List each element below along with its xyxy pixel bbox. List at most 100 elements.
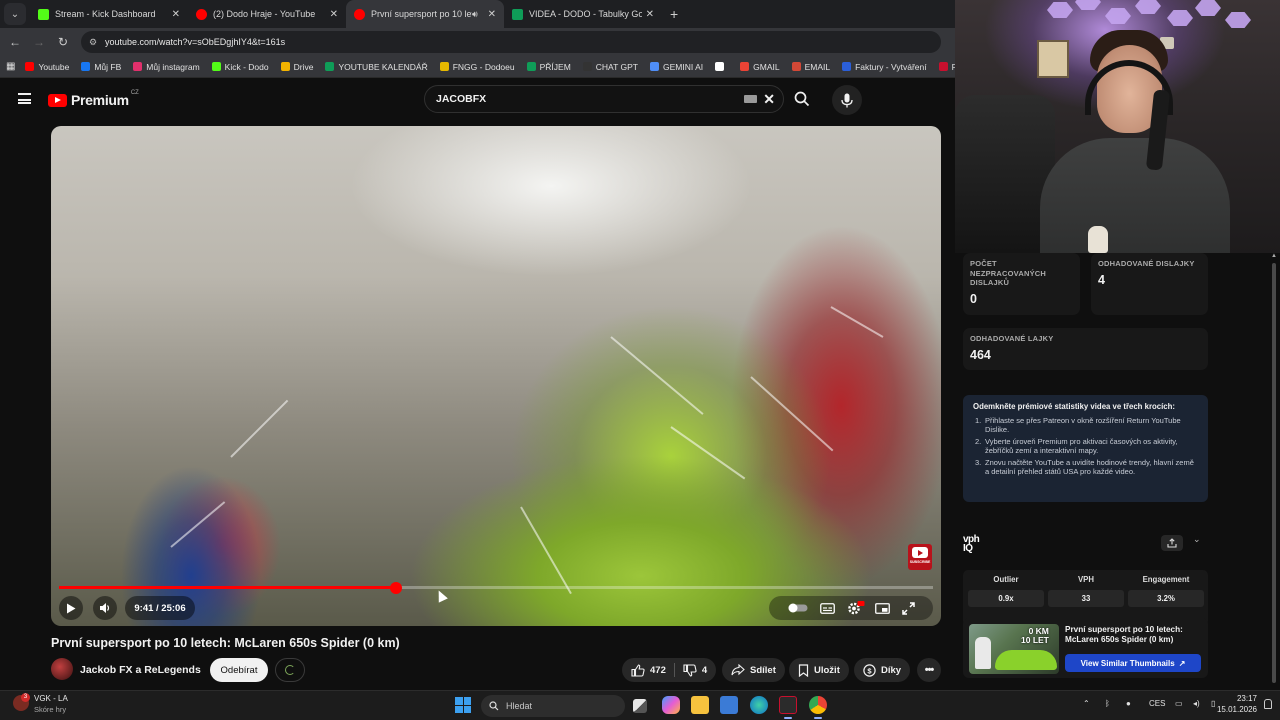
progress-bar[interactable]	[59, 581, 933, 594]
bookmark-favicon-icon	[81, 62, 91, 71]
keyboard-icon[interactable]	[744, 95, 758, 103]
autoplay-toggle-icon[interactable]	[788, 603, 808, 613]
chevron-down-icon[interactable]: ⌄	[1193, 534, 1201, 545]
task-view-icon[interactable]	[633, 699, 647, 713]
volume-tray-icon[interactable]: ◂)	[1193, 699, 1200, 708]
vph-logo: vph IQ	[963, 535, 980, 554]
bookmark-item[interactable]: Kick - Dodo	[211, 62, 269, 72]
bookmark-item[interactable]: Drive	[280, 62, 313, 72]
bookmark-item[interactable]: YOUTUBE KALENDÁŘ	[325, 62, 428, 72]
back-icon[interactable]: ←	[3, 35, 27, 49]
voice-search-button[interactable]	[832, 85, 862, 115]
scroll-thumb[interactable]	[1272, 263, 1276, 683]
bookmark-item[interactable]: Youtube	[25, 62, 69, 72]
youtube-logo[interactable]: Premium CZ	[48, 90, 139, 108]
forward-icon[interactable]: →	[27, 35, 51, 49]
scrubber-handle[interactable]	[390, 581, 403, 594]
tab-google-sheets[interactable]: VIDEA - DODO - Tabulky Googl ✕	[504, 0, 662, 28]
microphone-tray-icon[interactable]: ●	[1126, 699, 1131, 708]
volume-button[interactable]	[93, 596, 117, 620]
close-icon[interactable]: ✕	[172, 9, 180, 20]
miniplayer-icon[interactable]	[874, 602, 890, 614]
microphone-icon	[841, 93, 853, 107]
bookmark-item[interactable]: Můj FB	[81, 62, 121, 72]
mail-app-icon[interactable]	[720, 696, 738, 714]
bookmark-item[interactable]: Můj instagram	[133, 62, 200, 72]
dislike-count[interactable]: 4	[702, 665, 707, 676]
widget-subtitle[interactable]: Skóre hry	[34, 705, 66, 714]
close-icon[interactable]: ✕	[646, 9, 654, 20]
language-indicator[interactable]: CES	[1149, 699, 1165, 708]
clock-time[interactable]: 23:17	[1227, 694, 1257, 703]
bookmark-item[interactable]: CHAT GPT	[582, 61, 638, 72]
active-app-indicator	[814, 717, 822, 719]
speaker-icon[interactable]: 🔊︎	[472, 9, 478, 20]
subscribe-button[interactable]: Odebírat	[210, 658, 268, 682]
premium-step: 2. Vyberte úroveň Premium pro aktivaci ča…	[975, 437, 1178, 455]
file-explorer-icon[interactable]	[691, 696, 709, 714]
site-info-icon[interactable]: ⚙︎	[89, 37, 99, 47]
channel-avatar[interactable]	[51, 658, 73, 680]
tray-chevron-icon[interactable]: ⌃	[1083, 699, 1090, 708]
bookmark-item[interactable]: GEMINI AI	[649, 61, 704, 72]
search-button[interactable]	[786, 85, 818, 113]
like-count[interactable]: 472	[650, 665, 666, 676]
tab-dodo-youtube[interactable]: (2) Dodo Hraje - YouTube ✕	[188, 0, 346, 28]
bookmark-item[interactable]: FNGG - Dodoeu	[439, 62, 515, 72]
share-button[interactable]: Sdílet	[722, 658, 785, 682]
loading-button[interactable]	[275, 658, 305, 682]
play-button[interactable]	[59, 596, 83, 620]
tab-title: Stream - Kick Dashboard	[55, 9, 156, 19]
search-placeholder: Hledat	[506, 701, 533, 711]
channel-name[interactable]: Jackob FX a ReLegends	[80, 664, 201, 676]
clock-date[interactable]: 15.01.2026	[1211, 705, 1257, 714]
bookmark-item[interactable]: GMAIL	[740, 62, 780, 72]
person-body	[1040, 138, 1230, 253]
reload-icon[interactable]: ↻	[51, 35, 75, 49]
bookmark-item[interactable]: PŘÍJEM	[526, 62, 571, 72]
video-player[interactable]: SUBSCRIBE 9:41 / 25:06	[51, 126, 941, 626]
tab-search-button[interactable]: ⌄	[4, 3, 26, 25]
bluetooth-icon[interactable]: ᛒ	[1105, 699, 1110, 708]
subscribe-watermark[interactable]: SUBSCRIBE	[908, 544, 932, 570]
terminal-app-icon[interactable]	[779, 696, 797, 714]
close-icon[interactable]: ✕	[488, 9, 496, 20]
subtitles-icon[interactable]	[819, 602, 835, 614]
bookmark-favicon-icon	[842, 62, 852, 71]
widget-title[interactable]: VGK - LA	[34, 694, 68, 703]
bookmark-label: GEMINI AI	[662, 61, 704, 72]
address-bar[interactable]: ⚙︎ youtube.com/watch?v=sObEDgjhIY4&t=161…	[81, 31, 941, 53]
export-button[interactable]	[1161, 535, 1183, 551]
bookmark-label: CHAT GPT	[595, 61, 638, 72]
network-icon[interactable]: ▭	[1175, 699, 1183, 708]
menu-icon[interactable]	[18, 93, 31, 104]
tab-kick-dashboard[interactable]: Stream - Kick Dashboard ✕	[30, 0, 188, 28]
apps-grid-icon[interactable]: ▦	[6, 61, 15, 72]
chrome-icon[interactable]	[809, 696, 827, 714]
search-input[interactable]: JACOBFX ✕	[424, 85, 784, 113]
view-similar-thumbnails-button[interactable]: View Similar Thumbnails ↗	[1065, 654, 1201, 672]
start-icon[interactable]	[455, 697, 471, 713]
side-panel-scrollbar[interactable]: ▲	[1270, 253, 1278, 690]
edge-icon[interactable]	[750, 696, 768, 714]
close-icon[interactable]: ✕	[330, 9, 338, 20]
dislike-icon[interactable]	[683, 663, 697, 677]
copilot-icon[interactable]	[662, 696, 680, 714]
like-icon[interactable]	[631, 663, 645, 677]
clear-search-icon[interactable]: ✕	[763, 91, 775, 108]
settings-icon[interactable]	[847, 601, 865, 615]
more-actions-button[interactable]: •••	[917, 658, 941, 682]
taskbar-search[interactable]: Hledat	[481, 695, 625, 717]
video-thumbnail[interactable]: 0 KM 10 LET	[969, 624, 1059, 674]
fullscreen-icon[interactable]	[901, 601, 915, 615]
bookmark-item[interactable]: EMAIL	[791, 62, 830, 72]
save-button[interactable]: Uložit	[789, 658, 849, 682]
share-label: Sdílet	[750, 664, 776, 676]
notifications-icon[interactable]	[1264, 699, 1272, 709]
scroll-up-icon[interactable]: ▲	[1271, 253, 1277, 259]
bookmark-item[interactable]: Faktury - Vytváření	[842, 62, 927, 72]
tab-current-video[interactable]: První supersport po 10 letech 🔊︎ ✕	[346, 0, 504, 28]
thanks-button[interactable]: $ Díky	[854, 658, 911, 682]
new-tab-button[interactable]: +	[670, 6, 678, 22]
bookmark-item[interactable]	[715, 62, 728, 71]
